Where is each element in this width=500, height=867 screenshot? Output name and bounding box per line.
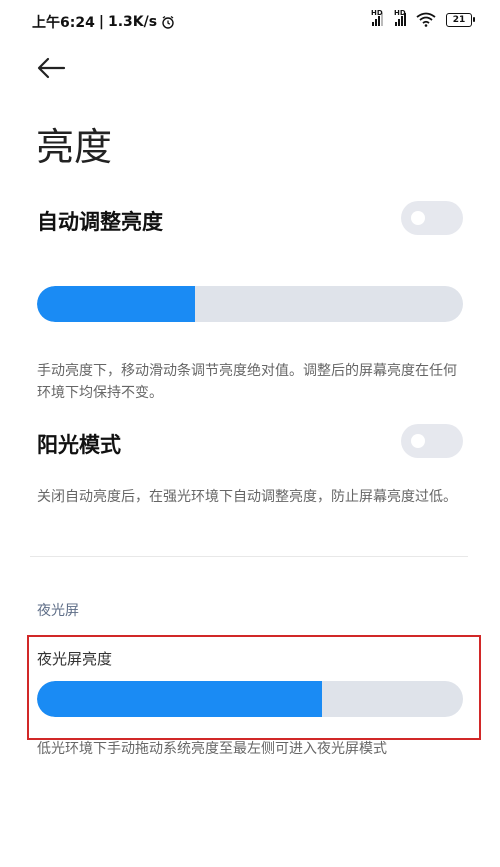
sunlight-mode-label: 阳光模式 [37, 433, 121, 457]
toggle-knob [411, 434, 425, 448]
battery-icon: 21 [446, 12, 475, 27]
status-bar-left: 上午6:24 | 1.3K/s [32, 12, 175, 32]
brightness-slider-fill [37, 286, 195, 322]
status-bar-right: HD HD 21 [371, 9, 475, 27]
brightness-slider[interactable] [37, 286, 463, 322]
back-arrow-icon[interactable] [36, 56, 66, 86]
night-screen-slider-fill [37, 681, 323, 717]
toggle-knob [411, 211, 425, 225]
hd-signal-1-icon: HD [371, 9, 383, 26]
alarm-icon [162, 15, 174, 29]
page-title: 亮度 [36, 125, 113, 169]
status-time: 上午6:24 [32, 15, 95, 31]
night-screen-brightness-slider[interactable] [37, 681, 463, 717]
network-speed: 1.3K/s [107, 14, 158, 30]
auto-brightness-toggle[interactable] [401, 201, 463, 235]
section-divider [30, 556, 468, 557]
night-screen-section-title: 夜光屏 [37, 603, 79, 619]
wifi-icon [416, 12, 436, 27]
brightness-description: 手动亮度下，移动滑动条调节亮度绝对值。调整后的屏幕亮度在任何环境下均保持不变。 [37, 363, 457, 401]
sunlight-mode-description: 关闭自动亮度后，在强光环境下自动调整亮度，防止屏幕亮度过低。 [37, 489, 457, 505]
auto-brightness-label: 自动调整亮度 [37, 210, 163, 234]
status-separator: | [98, 14, 104, 30]
hd-signal-2-icon: HD [394, 9, 406, 26]
battery-level: 21 [452, 14, 466, 25]
night-screen-brightness-label: 夜光屏亮度 [37, 650, 113, 668]
sunlight-mode-toggle[interactable] [401, 424, 463, 458]
night-screen-description: 低光环境下手动拖动系统亮度至最左侧可进入夜光屏模式 [37, 741, 387, 757]
